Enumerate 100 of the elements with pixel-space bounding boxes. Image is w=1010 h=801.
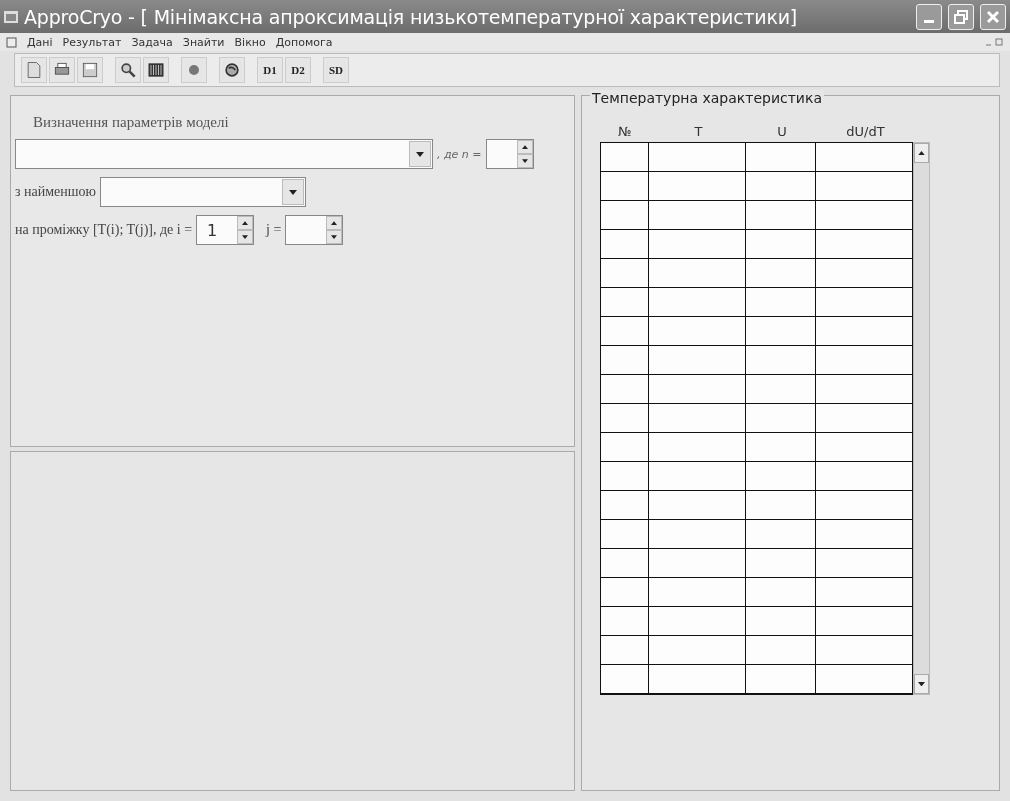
table-cell[interactable] [601, 665, 649, 694]
table-cell[interactable] [746, 549, 816, 578]
table-cell[interactable] [601, 201, 649, 230]
criterion-dropdown[interactable] [100, 177, 307, 207]
table-cell[interactable] [746, 259, 816, 288]
table-cell[interactable] [816, 549, 913, 578]
toolbar-button[interactable]: SD [323, 57, 349, 83]
table-cell[interactable] [601, 143, 649, 172]
table-cell[interactable] [746, 201, 816, 230]
close-button[interactable] [980, 3, 1006, 30]
table-cell[interactable] [601, 549, 649, 578]
table-cell[interactable] [601, 404, 649, 433]
table-cell[interactable] [601, 288, 649, 317]
table-cell[interactable] [816, 346, 913, 375]
table-cell[interactable] [816, 172, 913, 201]
table-cell[interactable] [649, 143, 746, 172]
table-cell[interactable] [649, 172, 746, 201]
table-cell[interactable] [746, 230, 816, 259]
table-cell[interactable] [746, 346, 816, 375]
table-cell[interactable] [816, 578, 913, 607]
table-cell[interactable] [746, 317, 816, 346]
document-icon[interactable] [6, 36, 17, 48]
toolbar-button[interactable]: D1 [257, 57, 283, 83]
model-dropdown[interactable] [15, 139, 433, 169]
toolbar-button[interactable]: D2 [285, 57, 311, 83]
table-cell[interactable] [649, 520, 746, 549]
table-cell[interactable] [746, 636, 816, 665]
table-cell[interactable] [816, 230, 913, 259]
table-cell[interactable] [746, 607, 816, 636]
j-spinner[interactable] [285, 215, 344, 245]
menu-item[interactable]: Дані [27, 35, 53, 49]
table-cell[interactable] [816, 665, 913, 694]
table-cell[interactable] [816, 462, 913, 491]
table-cell[interactable] [746, 143, 816, 172]
table-cell[interactable] [601, 317, 649, 346]
menu-item[interactable]: Знайти [182, 35, 225, 49]
table-cell[interactable] [601, 578, 649, 607]
table-cell[interactable] [649, 665, 746, 694]
table-cell[interactable] [816, 636, 913, 665]
table-cell[interactable] [746, 491, 816, 520]
table-cell[interactable] [649, 607, 746, 636]
table-cell[interactable] [601, 259, 649, 288]
table-cell[interactable] [746, 462, 816, 491]
table-cell[interactable] [746, 520, 816, 549]
table-cell[interactable] [816, 404, 913, 433]
table-cell[interactable] [601, 346, 649, 375]
table-cell[interactable] [649, 404, 746, 433]
scrollbar[interactable] [913, 142, 930, 695]
table-cell[interactable] [601, 172, 649, 201]
table-cell[interactable] [816, 607, 913, 636]
table-cell[interactable] [746, 375, 816, 404]
table-cell[interactable] [816, 259, 913, 288]
table-cell[interactable] [649, 636, 746, 665]
menu-item[interactable]: Результат [62, 35, 122, 49]
table-cell[interactable] [649, 462, 746, 491]
table-cell[interactable] [816, 201, 913, 230]
table-cell[interactable] [649, 578, 746, 607]
table-cell[interactable] [601, 520, 649, 549]
menu-item[interactable]: Вікно [234, 35, 266, 49]
table-cell[interactable] [601, 230, 649, 259]
table-cell[interactable] [816, 375, 913, 404]
menu-item[interactable]: Допомога [275, 35, 333, 49]
table-cell[interactable] [816, 433, 913, 462]
table-cell[interactable] [649, 230, 746, 259]
toolbar-button[interactable] [49, 57, 75, 83]
table-cell[interactable] [601, 636, 649, 665]
table-cell[interactable] [601, 491, 649, 520]
table-cell[interactable] [746, 433, 816, 462]
table-cell[interactable] [746, 404, 816, 433]
toolbar-button[interactable] [219, 57, 245, 83]
toolbar-button[interactable] [115, 57, 141, 83]
table-cell[interactable] [746, 288, 816, 317]
table-cell[interactable] [649, 346, 746, 375]
table-cell[interactable] [649, 288, 746, 317]
table-cell[interactable] [816, 143, 913, 172]
table-cell[interactable] [649, 433, 746, 462]
table-cell[interactable] [649, 259, 746, 288]
table-cell[interactable] [816, 317, 913, 346]
table-cell[interactable] [649, 201, 746, 230]
n-spinner[interactable] [485, 139, 534, 169]
i-spinner[interactable]: 1 [196, 215, 255, 245]
table-cell[interactable] [649, 491, 746, 520]
table-cell[interactable] [816, 491, 913, 520]
toolbar-button[interactable] [77, 57, 103, 83]
table-cell[interactable] [746, 665, 816, 694]
menu-item[interactable]: Задача [131, 35, 173, 49]
table-cell[interactable] [816, 520, 913, 549]
restore-button[interactable] [948, 3, 974, 30]
table-cell[interactable] [816, 288, 913, 317]
table-cell[interactable] [601, 607, 649, 636]
table-cell[interactable] [601, 462, 649, 491]
table-cell[interactable] [649, 549, 746, 578]
table-cell[interactable] [746, 578, 816, 607]
table-cell[interactable] [649, 375, 746, 404]
table-cell[interactable] [601, 375, 649, 404]
minimize-button[interactable] [916, 3, 942, 30]
table-cell[interactable] [746, 172, 816, 201]
table-cell[interactable] [649, 317, 746, 346]
table-cell[interactable] [601, 433, 649, 462]
toolbar-button[interactable] [143, 57, 169, 83]
